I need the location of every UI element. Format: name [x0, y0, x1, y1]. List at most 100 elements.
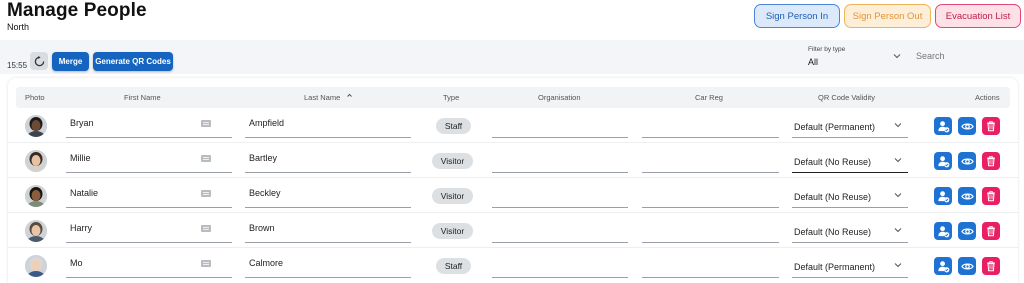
sign-in-person-button[interactable] [934, 117, 952, 135]
search-input[interactable] [916, 47, 1016, 65]
sort-up-icon[interactable] [346, 92, 353, 100]
keyboard-icon[interactable] [201, 190, 211, 197]
merge-button[interactable]: Merge [52, 52, 89, 71]
evacuation-list-button[interactable]: Evacuation List [935, 4, 1021, 28]
column-first-name[interactable]: First Name [124, 93, 161, 102]
delete-person-button[interactable] [982, 257, 1000, 275]
car-reg-field[interactable] [642, 252, 779, 278]
view-person-button[interactable] [958, 222, 976, 240]
car-reg-field[interactable] [642, 147, 779, 173]
column-qr-validity[interactable]: QR Code Validity [818, 93, 875, 102]
last-name-field[interactable] [245, 252, 411, 278]
last-name-field[interactable] [245, 147, 411, 173]
last-name-input[interactable] [249, 223, 369, 233]
delete-person-button[interactable] [982, 117, 1000, 135]
first-name-field[interactable] [66, 217, 232, 243]
table-row[interactable]: Visitor Default (No Reuse) [8, 144, 1018, 178]
sign-in-person-button[interactable] [934, 222, 952, 240]
people-table: Photo First Name Last Name Type Organisa… [8, 78, 1018, 283]
sign-in-person-button[interactable] [934, 257, 952, 275]
view-person-button[interactable] [958, 187, 976, 205]
view-person-button[interactable] [958, 152, 976, 170]
keyboard-icon[interactable] [201, 260, 211, 267]
delete-person-button[interactable] [982, 152, 1000, 170]
avatar [25, 255, 47, 277]
first-name-field[interactable] [66, 182, 232, 208]
first-name-field[interactable] [66, 112, 232, 138]
trash-icon [987, 121, 995, 132]
last-name-input[interactable] [249, 153, 369, 163]
sign-in-person-button[interactable] [934, 187, 952, 205]
first-name-input[interactable] [70, 188, 190, 198]
qr-validity-select[interactable]: Default (No Reuse) [792, 147, 908, 173]
table-row[interactable]: Visitor Default (No Reuse) [8, 214, 1018, 248]
organisation-input[interactable] [496, 118, 616, 128]
qr-validity-select[interactable]: Default (No Reuse) [792, 182, 908, 208]
sign-person-in-button[interactable]: Sign Person In [754, 4, 840, 28]
organisation-field[interactable] [492, 112, 628, 138]
column-organisation[interactable]: Organisation [538, 93, 581, 102]
organisation-input[interactable] [496, 153, 616, 163]
filter-type-select[interactable]: Filter by type All [806, 45, 905, 71]
type-badge: Visitor [432, 223, 473, 239]
view-person-button[interactable] [958, 257, 976, 275]
car-reg-field[interactable] [642, 112, 779, 138]
car-reg-field[interactable] [642, 182, 779, 208]
organisation-field[interactable] [492, 217, 628, 243]
column-last-name[interactable]: Last Name [304, 93, 340, 102]
column-actions: Actions [975, 93, 1000, 102]
car-reg-input[interactable] [646, 153, 766, 163]
sign-person-out-button[interactable]: Sign Person Out [844, 4, 931, 28]
type-badge: Staff [436, 118, 471, 134]
delete-person-button[interactable] [982, 222, 1000, 240]
qr-validity-value: Default (Permanent) [794, 262, 876, 272]
last-name-field[interactable] [245, 112, 411, 138]
last-name-input[interactable] [249, 258, 369, 268]
generate-qr-codes-button[interactable]: Generate QR Codes [93, 52, 173, 71]
table-row[interactable]: Staff Default (Permanent) [8, 109, 1018, 143]
first-name-input[interactable] [70, 153, 190, 163]
avatar [25, 115, 47, 137]
last-name-input[interactable] [249, 188, 369, 198]
car-reg-field[interactable] [642, 217, 779, 243]
table-row[interactable]: Visitor Default (No Reuse) [8, 179, 1018, 213]
keyboard-icon[interactable] [201, 225, 211, 232]
car-reg-input[interactable] [646, 223, 766, 233]
car-reg-input[interactable] [646, 258, 766, 268]
organisation-input[interactable] [496, 258, 616, 268]
first-name-input[interactable] [70, 223, 190, 233]
sign-in-person-button[interactable] [934, 152, 952, 170]
organisation-field[interactable] [492, 182, 628, 208]
first-name-input[interactable] [70, 118, 190, 128]
qr-validity-select[interactable]: Default (No Reuse) [792, 217, 908, 243]
last-name-input[interactable] [249, 118, 369, 128]
first-name-field[interactable] [66, 252, 232, 278]
column-type[interactable]: Type [443, 93, 459, 102]
avatar [25, 220, 47, 242]
view-person-button[interactable] [958, 117, 976, 135]
organisation-input[interactable] [496, 188, 616, 198]
organisation-field[interactable] [492, 252, 628, 278]
first-name-field[interactable] [66, 147, 232, 173]
keyboard-icon[interactable] [201, 120, 211, 127]
chevron-down-icon [894, 263, 902, 268]
qr-validity-select[interactable]: Default (Permanent) [792, 252, 908, 278]
last-name-field[interactable] [245, 217, 411, 243]
refresh-button[interactable] [30, 52, 48, 70]
chevron-down-icon [894, 193, 902, 198]
chevron-down-icon [894, 123, 902, 128]
car-reg-input[interactable] [646, 118, 766, 128]
qr-validity-value: Default (No Reuse) [794, 227, 872, 237]
car-reg-input[interactable] [646, 188, 766, 198]
delete-person-button[interactable] [982, 187, 1000, 205]
type-badge: Visitor [432, 188, 473, 204]
qr-validity-select[interactable]: Default (Permanent) [792, 112, 908, 138]
keyboard-icon[interactable] [201, 155, 211, 162]
first-name-input[interactable] [70, 258, 190, 268]
column-car-reg[interactable]: Car Reg [695, 93, 723, 102]
chevron-down-icon [894, 158, 902, 163]
organisation-field[interactable] [492, 147, 628, 173]
organisation-input[interactable] [496, 223, 616, 233]
table-row[interactable]: Staff Default (Permanent) [8, 249, 1018, 283]
last-name-field[interactable] [245, 182, 411, 208]
